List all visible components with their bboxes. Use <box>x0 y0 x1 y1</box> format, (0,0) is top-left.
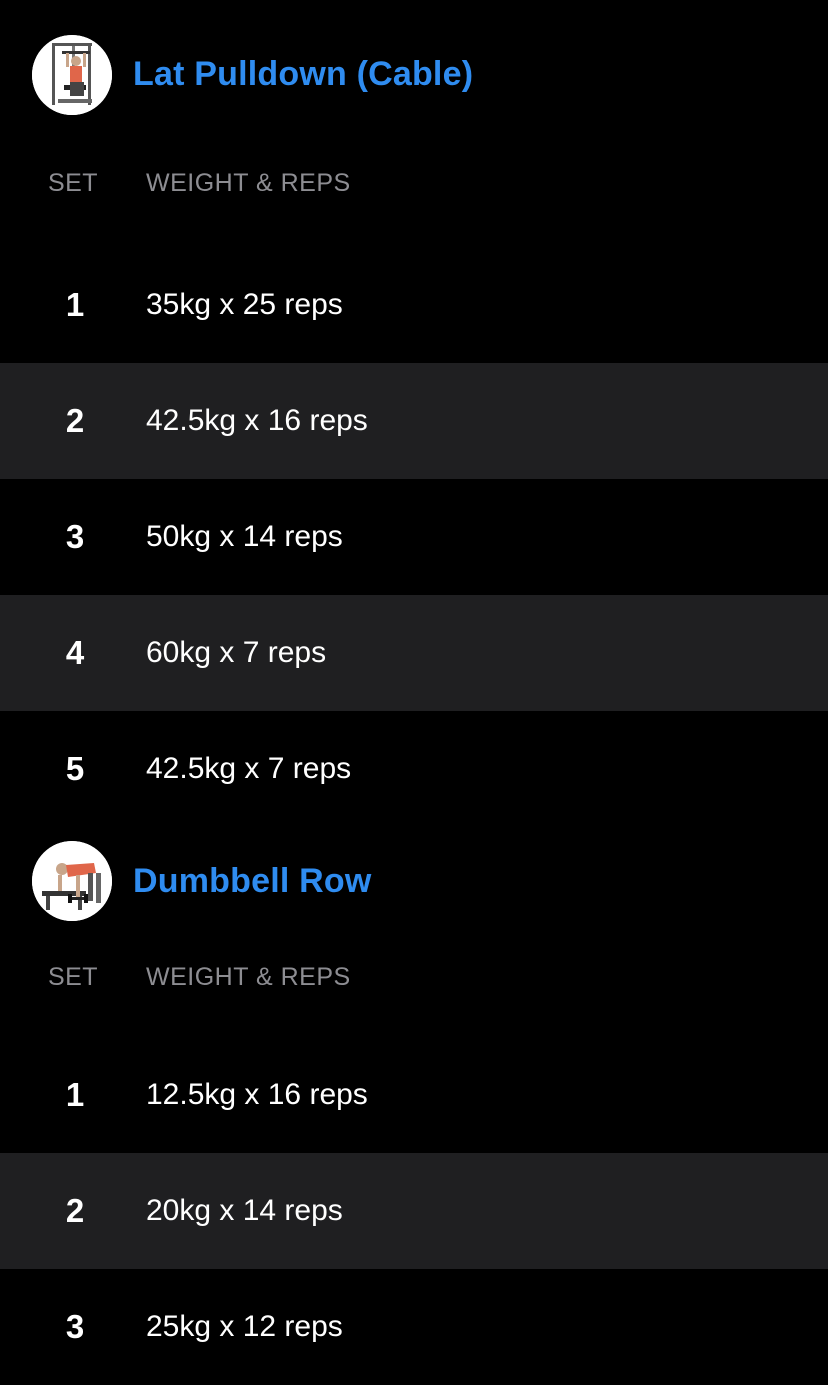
exercise-card-lat-pulldown: Lat Pulldown (Cable) SET WEIGHT & REPS 1… <box>0 12 828 827</box>
set-number: 2 <box>65 402 85 439</box>
exercise-card-dumbbell-row: Dumbbell Row SET WEIGHT & REPS 1 12.5kg … <box>0 827 828 1385</box>
dumbbell-row-icon[interactable] <box>32 841 112 921</box>
set-row: 4 60kg x 7 reps <box>0 595 828 711</box>
column-header-row: SET WEIGHT & REPS <box>0 935 828 1037</box>
set-row: 3 50kg x 14 reps <box>0 479 828 595</box>
column-header-row: SET WEIGHT & REPS <box>0 137 828 247</box>
exercise-title[interactable]: Lat Pulldown (Cable) <box>133 55 473 94</box>
set-row: 5 42.5kg x 7 reps <box>0 711 828 827</box>
lat-pulldown-machine-icon[interactable] <box>32 34 112 115</box>
column-header-weight-reps: WEIGHT & REPS <box>146 962 351 991</box>
set-number: 3 <box>65 1308 85 1345</box>
set-number: 1 <box>65 286 85 323</box>
exercise-header[interactable]: Dumbbell Row <box>0 827 828 935</box>
set-number: 4 <box>65 634 85 671</box>
set-row: 1 35kg x 25 reps <box>0 247 828 363</box>
exercise-title[interactable]: Dumbbell Row <box>133 862 372 901</box>
set-weight-reps: 25kg x 12 reps <box>146 1310 343 1343</box>
set-weight-reps: 20kg x 14 reps <box>146 1194 343 1227</box>
set-number: 1 <box>65 1076 85 1113</box>
column-header-set: SET <box>47 168 99 197</box>
set-number: 3 <box>65 518 85 555</box>
set-weight-reps: 12.5kg x 16 reps <box>146 1078 368 1111</box>
set-weight-reps: 60kg x 7 reps <box>146 636 327 669</box>
set-weight-reps: 42.5kg x 7 reps <box>146 752 352 785</box>
set-number: 2 <box>65 1192 85 1229</box>
set-number: 5 <box>65 750 85 787</box>
set-row: 1 12.5kg x 16 reps <box>0 1037 828 1153</box>
set-weight-reps: 35kg x 25 reps <box>146 288 343 321</box>
set-row: 2 42.5kg x 16 reps <box>0 363 828 479</box>
exercise-header[interactable]: Lat Pulldown (Cable) <box>0 12 828 137</box>
set-weight-reps: 42.5kg x 16 reps <box>146 404 368 437</box>
set-row: 2 20kg x 14 reps <box>0 1153 828 1269</box>
column-header-weight-reps: WEIGHT & REPS <box>146 168 351 197</box>
set-row: 3 25kg x 12 reps <box>0 1269 828 1385</box>
set-weight-reps: 50kg x 14 reps <box>146 520 343 553</box>
column-header-set: SET <box>47 962 99 991</box>
